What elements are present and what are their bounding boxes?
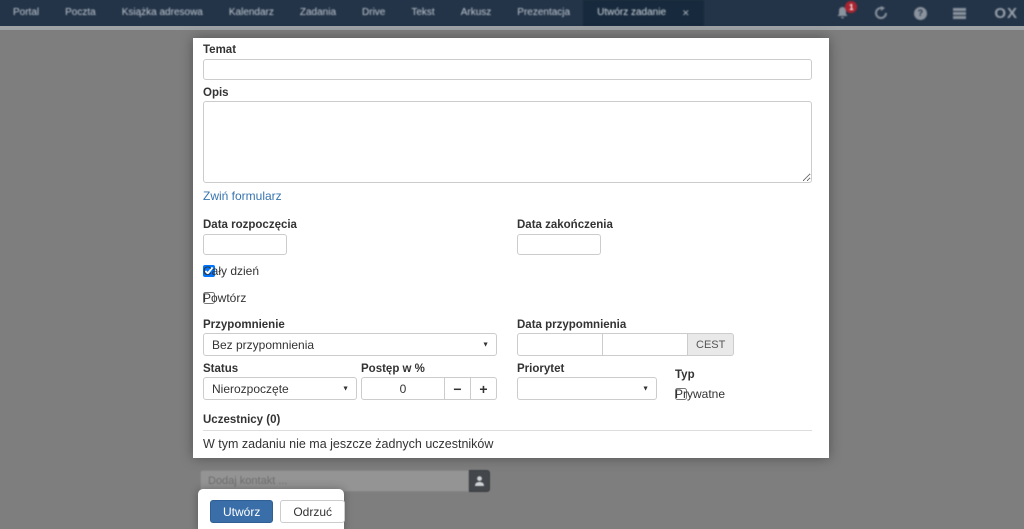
- tab-addressbook[interactable]: Książka adresowa: [109, 0, 216, 26]
- private-row[interactable]: Prywatne: [675, 388, 687, 400]
- notifications-badge: 1: [845, 1, 857, 13]
- progress-plus-button[interactable]: +: [471, 377, 497, 400]
- collapse-form-link[interactable]: Zwiń formularz: [203, 189, 282, 203]
- participants-divider: [203, 430, 812, 431]
- tab-drive[interactable]: Drive: [349, 0, 398, 26]
- toolbar-strip: [0, 26, 1024, 30]
- chevron-down-icon: ▼: [342, 385, 349, 392]
- address-book-icon[interactable]: [469, 470, 490, 492]
- tab-text[interactable]: Tekst: [398, 0, 447, 26]
- action-buttons-spotlight: Utwórz Odrzuć: [198, 489, 344, 529]
- tab-calendar[interactable]: Kalendarz: [216, 0, 287, 26]
- status-select-value: Nierozpoczęte: [212, 382, 289, 396]
- progress-stepper: − +: [361, 377, 497, 400]
- all-day-row[interactable]: Cały dzień: [203, 265, 215, 277]
- priority-select[interactable]: ▼: [517, 377, 657, 400]
- private-label: Prywatne: [675, 387, 725, 401]
- reminder-select-value: Bez przypomnienia: [212, 338, 314, 352]
- end-date-input[interactable]: [517, 234, 601, 255]
- start-date-input[interactable]: [203, 234, 287, 255]
- reminder-label: Przypomnienie: [203, 319, 285, 331]
- help-icon[interactable]: ?: [912, 5, 928, 21]
- app-topbar: Portal Poczta Książka adresowa Kalendarz…: [0, 0, 1024, 26]
- close-tab-icon[interactable]: ✕: [682, 0, 690, 26]
- start-date-label: Data rozpoczęcia: [203, 219, 297, 231]
- reminder-select[interactable]: Bez przypomnienia ▼: [203, 333, 497, 356]
- chevron-down-icon: ▼: [482, 341, 489, 348]
- tab-mail[interactable]: Poczta: [52, 0, 109, 26]
- description-textarea[interactable]: [203, 101, 812, 183]
- timezone-button[interactable]: CEST: [688, 333, 734, 356]
- tab-presentation[interactable]: Prezentacja: [504, 0, 583, 26]
- notifications-bell-icon[interactable]: 1: [834, 5, 850, 21]
- create-button[interactable]: Utwórz: [210, 500, 273, 523]
- progress-minus-button[interactable]: −: [445, 377, 471, 400]
- status-select[interactable]: Nierozpoczęte ▼: [203, 377, 357, 400]
- end-date-label: Data zakończenia: [517, 219, 613, 231]
- chevron-down-icon: ▼: [642, 385, 649, 392]
- all-day-label: Cały dzień: [203, 264, 259, 278]
- repeat-label: Powtórz: [203, 291, 246, 305]
- tab-create-task-label: Utwórz zadanie: [597, 0, 666, 26]
- settings-menu-icon[interactable]: [951, 5, 967, 21]
- tab-tasks[interactable]: Zadania: [287, 0, 349, 26]
- progress-input[interactable]: [361, 377, 445, 400]
- progress-label: Postęp w %: [361, 363, 425, 375]
- reminder-date-group: CEST: [517, 333, 734, 356]
- refresh-icon[interactable]: [873, 5, 889, 21]
- ox-logo: OX: [994, 5, 1018, 22]
- create-task-dialog: Temat Opis Zwiń formularz Data rozpoczęc…: [193, 38, 829, 458]
- reminder-date-input[interactable]: [517, 333, 603, 356]
- reminder-time-input[interactable]: [603, 333, 688, 356]
- status-label: Status: [203, 363, 238, 375]
- subject-label: Temat: [203, 44, 236, 56]
- participants-empty-text: W tym zadaniu nie ma jeszcze żadnych ucz…: [203, 437, 493, 451]
- discard-button[interactable]: Odrzuć: [280, 500, 345, 523]
- reminder-date-label: Data przypomnienia: [517, 319, 626, 331]
- repeat-row[interactable]: Powtórz: [203, 292, 215, 304]
- tab-create-task[interactable]: Utwórz zadanie ✕: [583, 0, 703, 26]
- participants-header: Uczestnicy (0): [203, 414, 280, 426]
- description-label: Opis: [203, 87, 229, 99]
- tab-portal[interactable]: Portal: [0, 0, 52, 26]
- subject-input[interactable]: [203, 59, 812, 80]
- tab-spreadsheet[interactable]: Arkusz: [448, 0, 505, 26]
- type-label: Typ: [675, 369, 695, 381]
- priority-label: Priorytet: [517, 363, 564, 375]
